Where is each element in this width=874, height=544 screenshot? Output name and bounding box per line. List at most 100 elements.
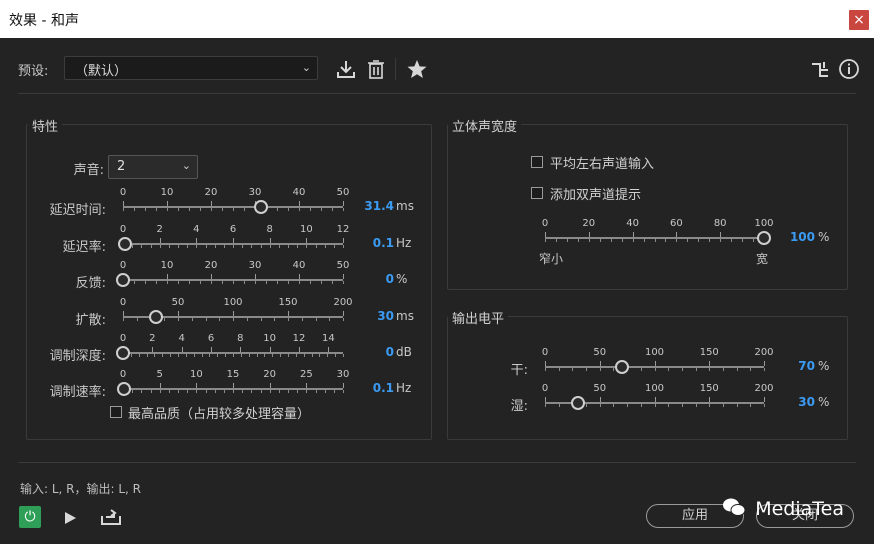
info-icon[interactable] <box>838 58 860 80</box>
watermark-text: MediaTea <box>755 498 844 520</box>
prop-slider-4-thumb[interactable] <box>116 346 130 360</box>
prop-slider-0-tick <box>343 201 344 206</box>
output-slider-1-thumb[interactable] <box>570 396 585 410</box>
prop-slider-0-label[interactable]: 延迟时间: <box>26 199 106 218</box>
prop-slider-0-value[interactable]: 31.4 <box>354 199 394 213</box>
prop-slider-4-minor-tick <box>264 354 266 357</box>
prop-slider-4-minor-tick <box>303 354 305 357</box>
output-slider-1-label[interactable]: 湿: <box>488 395 528 414</box>
output-slider-1-minor-tick <box>722 404 724 407</box>
preset-dropdown[interactable]: （默认） ⌄ <box>64 56 318 80</box>
prop-slider-5-label[interactable]: 调制速率: <box>26 381 106 400</box>
prop-slider-3-thumb[interactable] <box>149 310 163 324</box>
prop-slider-5-tick-label: 15 <box>226 369 240 380</box>
prop-slider-4-minor-tick <box>343 354 344 357</box>
stereo-field-slider-minor-tick <box>698 239 700 242</box>
prop-slider-1-minor-tick <box>288 245 289 248</box>
output-slider-0-minor-tick <box>572 368 574 371</box>
prop-slider-4-tick-label: 14 <box>321 333 335 344</box>
prop-slider-4-minor-tick <box>335 354 337 357</box>
prop-slider-2-tick <box>167 274 168 279</box>
prop-slider-2-tick <box>211 274 212 279</box>
prop-slider-4-tick-label: 8 <box>237 333 244 344</box>
output-slider-1-minor-tick <box>613 404 615 407</box>
prop-slider-1-tick <box>233 238 234 243</box>
output-slider-1-minor-tick <box>681 404 683 407</box>
prop-slider-3-tick-label: 50 <box>171 297 185 308</box>
prop-slider-0-tick <box>123 201 124 206</box>
prop-slider-1-minor-tick <box>343 245 344 248</box>
prop-slider-0-tick <box>299 201 300 206</box>
voices-dropdown[interactable]: 2 ⌄ <box>108 155 198 179</box>
stereo-field-slider-value[interactable]: 100 <box>775 230 815 244</box>
output-slider-0-tick-label: 50 <box>593 347 607 358</box>
prop-slider-0-minor-tick <box>211 208 212 211</box>
hq-checkbox[interactable] <box>110 406 122 418</box>
star-icon[interactable] <box>406 58 428 80</box>
output-slider-0-thumb[interactable] <box>614 360 629 374</box>
output-slider-1-value[interactable]: 30 <box>775 395 815 409</box>
prop-slider-5-minor-tick <box>168 390 170 393</box>
prop-slider-3-minor-tick <box>205 318 207 321</box>
download-icon[interactable] <box>335 58 357 80</box>
average-channels-checkbox[interactable] <box>531 156 543 168</box>
prop-slider-3-value[interactable]: 30 <box>354 309 394 323</box>
prop-slider-1-tick <box>159 238 161 243</box>
prop-slider-0-minor-tick <box>343 208 344 211</box>
prop-slider-0-tick-label: 40 <box>292 187 306 198</box>
prop-slider-0-minor-tick <box>277 208 278 211</box>
prop-slider-3-label[interactable]: 扩散: <box>26 309 106 328</box>
prop-slider-2-thumb[interactable] <box>116 273 130 287</box>
prop-slider-5-minor-tick <box>242 390 244 393</box>
routing-icon[interactable] <box>810 60 830 80</box>
prop-slider-1-minor-tick <box>178 245 179 248</box>
prop-slider-2-label[interactable]: 反馈: <box>26 272 106 291</box>
stereo-field-slider-thumb[interactable] <box>757 231 771 245</box>
binaural-cues-checkbox[interactable] <box>531 187 543 199</box>
play-icon[interactable] <box>62 510 78 526</box>
stereo-field-slider-minor-tick <box>709 239 711 242</box>
prop-slider-2-minor-tick <box>211 281 212 284</box>
prop-slider-0-tick-label: 20 <box>204 187 218 198</box>
power-icon[interactable]: ⏻ <box>19 506 41 528</box>
prop-slider-5-thumb[interactable] <box>116 382 131 396</box>
toolbar-divider <box>395 58 396 80</box>
prop-slider-1-value[interactable]: 0.1 <box>354 236 394 250</box>
prop-slider-3-minor-tick <box>301 318 303 321</box>
prop-slider-1-minor-tick <box>251 245 253 248</box>
stereo-field-slider-minor-tick <box>676 239 678 242</box>
prop-slider-1-label[interactable]: 延迟率: <box>26 236 106 255</box>
close-window-button[interactable]: × <box>849 10 869 30</box>
stereo-field-slider-minor-tick <box>687 239 689 242</box>
prop-slider-2-value[interactable]: 0 <box>354 272 394 286</box>
prop-slider-5-value[interactable]: 0.1 <box>354 381 394 395</box>
prop-slider-4-label[interactable]: 调制深度: <box>26 345 106 364</box>
output-slider-0-value[interactable]: 70 <box>775 359 815 373</box>
output-slider-1-minor-tick <box>627 404 629 407</box>
output-slider-0-minor-tick <box>586 368 588 371</box>
prop-slider-1-tick <box>343 238 344 243</box>
loop-icon[interactable] <box>100 507 122 527</box>
output-slider-0-label[interactable]: 干: <box>488 359 528 378</box>
prop-slider-1-thumb[interactable] <box>117 237 132 251</box>
output-slider-0-minor-tick <box>764 368 765 371</box>
chevron-down-icon: ⌄ <box>301 61 311 74</box>
prop-slider-5-minor-tick <box>260 390 262 393</box>
trash-icon[interactable] <box>366 58 386 80</box>
prop-slider-4-unit: dB <box>396 345 412 359</box>
prop-slider-0-minor-tick <box>332 208 333 211</box>
output-slider-0-tick <box>545 361 546 366</box>
prop-slider-1-minor-tick <box>159 245 161 248</box>
prop-slider-4-value[interactable]: 0 <box>354 345 394 359</box>
output-slider-0-tick <box>764 361 765 366</box>
prop-slider-0-minor-tick <box>233 208 234 211</box>
hq-label: 最高品质（占用较多处理容量） <box>128 407 311 422</box>
prop-slider-1-minor-tick <box>141 245 143 248</box>
binaural-cues-label: 添加双声道提示 <box>550 188 642 203</box>
output-slider-1-minor-tick <box>545 404 546 407</box>
prop-slider-1-minor-tick <box>297 245 299 248</box>
prop-slider-0-minor-tick <box>123 208 124 211</box>
stereo-title: 立体声宽度 <box>448 116 522 135</box>
wechat-logo-icon <box>723 498 746 516</box>
prop-slider-2-tick <box>343 274 344 279</box>
